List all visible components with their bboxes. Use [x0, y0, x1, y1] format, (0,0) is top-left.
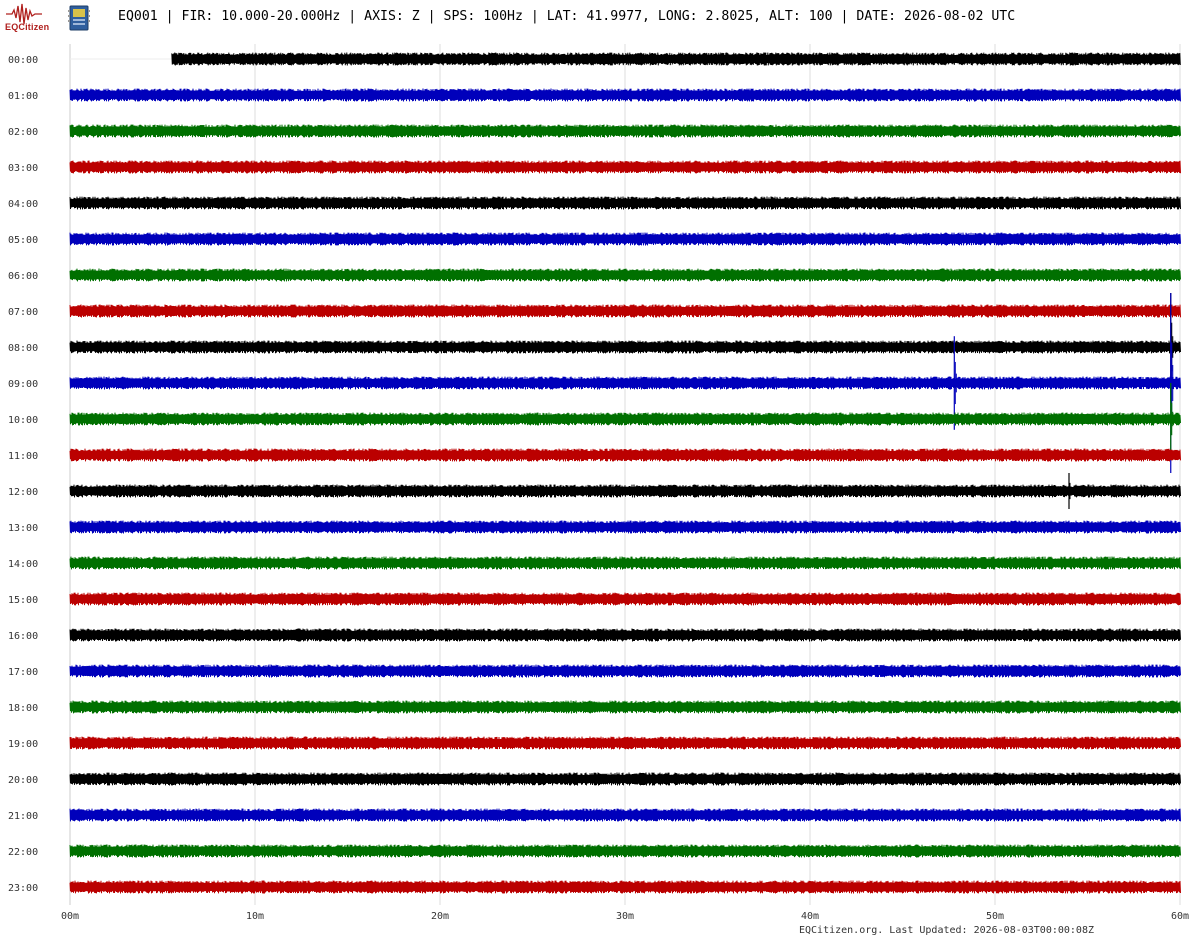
seismogram-plot: 00m 10m 20m 30m 40m 50m 60m 00:00 01:00 02:00 03:0…	[8, 44, 1189, 922]
hour-label: 09:00	[8, 379, 38, 390]
hour-label: 20:00	[8, 775, 38, 786]
last-updated-footer: EQCitizen.org. Last Updated: 2026-08-03T…	[798, 925, 1094, 936]
hour-label: 12:00	[8, 487, 38, 498]
trace-0700	[69, 304, 1181, 318]
hour-label: 15:00	[8, 595, 38, 606]
hour-label: 13:00	[8, 523, 38, 534]
x-tick-label: 30m	[616, 911, 634, 922]
trace-0000	[171, 52, 1181, 66]
hour-label: 16:00	[8, 631, 38, 642]
hour-label: 00:00	[8, 55, 38, 66]
hour-label: 08:00	[8, 343, 38, 354]
hour-label: 21:00	[8, 811, 38, 822]
hour-label: 07:00	[8, 307, 38, 318]
trace-0900	[69, 376, 1181, 390]
trace-1600	[69, 628, 1181, 642]
hour-label: 19:00	[8, 739, 38, 750]
trace-0300	[69, 160, 1181, 174]
trace-1100	[69, 448, 1181, 462]
trace-1200	[69, 484, 1181, 498]
trace-2200	[69, 844, 1181, 858]
hour-label: 10:00	[8, 415, 38, 426]
hour-label: 18:00	[8, 703, 38, 714]
trace-1500	[69, 592, 1181, 606]
hour-label: 02:00	[8, 127, 38, 138]
trace-0600	[69, 268, 1181, 282]
hour-label: 06:00	[8, 271, 38, 282]
trace-0100	[69, 88, 1181, 102]
hour-label: 01:00	[8, 91, 38, 102]
trace-1900	[69, 736, 1181, 750]
hour-label: 17:00	[8, 667, 38, 678]
x-tick-label: 10m	[246, 911, 264, 922]
trace-1000	[69, 412, 1181, 426]
trace-0200	[69, 124, 1181, 138]
hour-label: 04:00	[8, 199, 38, 210]
x-tick-label: 20m	[431, 911, 449, 922]
trace-1400	[69, 556, 1181, 570]
hour-label: 22:00	[8, 847, 38, 858]
x-tick-label: 50m	[986, 911, 1004, 922]
trace-0800	[69, 340, 1181, 354]
x-tick-label: 60m	[1171, 911, 1189, 922]
hour-label: 14:00	[8, 559, 38, 570]
trace-2300	[69, 880, 1181, 894]
trace-0500	[69, 232, 1181, 246]
trace-1800	[69, 700, 1181, 714]
hour-label: 11:00	[8, 451, 38, 462]
trace-0400	[69, 196, 1181, 210]
hour-label: 03:00	[8, 163, 38, 174]
x-tick-label: 00m	[61, 911, 79, 922]
hour-label: 05:00	[8, 235, 38, 246]
hour-label: 23:00	[8, 883, 38, 894]
x-tick-label: 40m	[801, 911, 819, 922]
